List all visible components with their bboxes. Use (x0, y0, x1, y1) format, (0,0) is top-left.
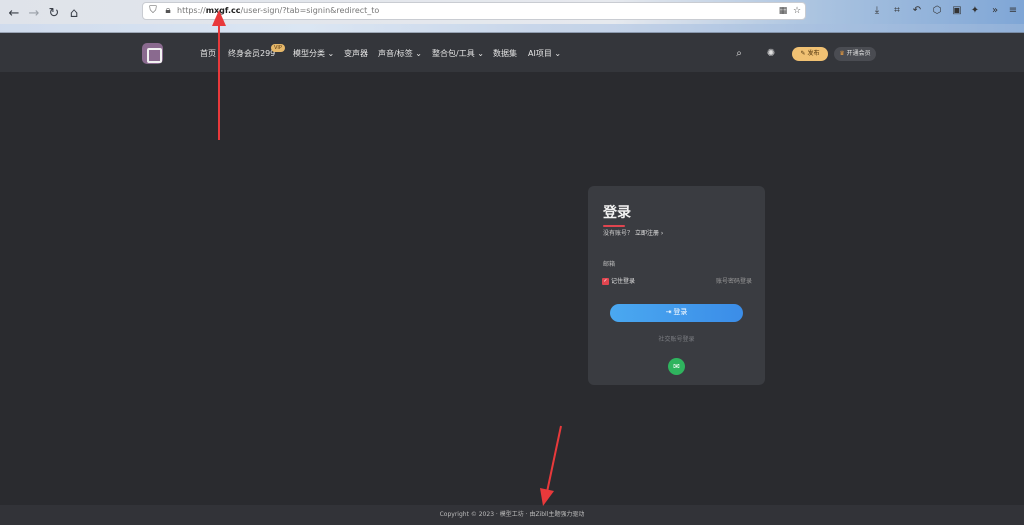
nav-ai-projects[interactable]: AI项目 ⌄ (528, 48, 561, 60)
nav-voice-changer[interactable]: 变声器 (344, 48, 368, 60)
undo-icon[interactable]: ↶ (910, 4, 924, 18)
login-card: 登录 没有账号？ 立即注册 › 邮箱 ✓ 记住登录 账号密码登录 ⇥ 登录 社交… (588, 186, 765, 385)
annotation-arrow-down (540, 425, 562, 506)
open-vip-button[interactable]: ♛ 开通会员 (834, 47, 876, 61)
chevron-down-icon: ⌄ (554, 49, 562, 58)
screen-icon[interactable]: ▣ (950, 4, 964, 18)
pencil-icon: ✎ (800, 50, 806, 57)
crown-icon: ♛ (839, 50, 845, 57)
nav-lifetime-vip[interactable]: 终身会员299 (228, 48, 275, 60)
annotation-arrow-up (212, 10, 226, 140)
puzzle-icon[interactable]: ✦ (968, 4, 982, 18)
wechat-icon[interactable]: ✉ (668, 358, 685, 375)
publish-button[interactable]: ✎ 发布 (792, 47, 828, 61)
qr-code-icon[interactable]: ▦ (777, 5, 789, 17)
nav-dataset[interactable]: 数据集 (493, 48, 517, 60)
chevron-down-icon: ⌄ (415, 49, 422, 58)
download-icon[interactable]: ⤓ (870, 4, 884, 18)
forward-icon[interactable]: → (24, 4, 44, 24)
extension-icon[interactable]: ⬡ (930, 4, 944, 18)
menu-icon[interactable]: ≡ (1006, 4, 1020, 18)
email-field[interactable]: 邮箱 (603, 260, 615, 270)
back-icon[interactable]: ← (4, 4, 24, 24)
nav-bundle-tools[interactable]: 整合包/工具 ⌄ (432, 48, 484, 60)
address-bar[interactable]: ⛉ 🔒︎ https://mxgf.cc/user-sign/?tab=sign… (142, 2, 806, 20)
home-icon[interactable]: ⌂ (64, 4, 84, 24)
login-button[interactable]: ⇥ 登录 (610, 304, 743, 322)
remember-checkbox[interactable]: ✓ (602, 278, 609, 285)
sign-in-icon: ⇥ (665, 309, 672, 316)
shield-icon[interactable]: ⛉ (147, 5, 159, 17)
crop-icon[interactable]: ⌗ (890, 4, 904, 18)
bookmark-star-icon[interactable]: ☆ (791, 5, 803, 17)
footer: Copyright © 2023 · 模型工坊 · 由Zibll主题强力驱动 (0, 505, 1024, 525)
chevron-down-icon: ⌄ (477, 49, 484, 58)
nav-voice-tags[interactable]: 声音/标签 ⌄ (378, 48, 422, 60)
overflow-chevron-icon[interactable]: » (988, 4, 1002, 18)
search-icon[interactable]: ⌕ (732, 47, 746, 61)
social-login-label: 社交账号登录 (658, 336, 695, 343)
nav-model-category[interactable]: 模型分类 ⌄ (293, 48, 334, 60)
password-login-link[interactable]: 账号密码登录 (716, 277, 752, 287)
chevron-right-icon: › (660, 230, 664, 237)
login-title: 登录 (603, 205, 631, 221)
vip-badge: VIP (271, 44, 285, 52)
lock-icon[interactable]: 🔒︎ (162, 5, 174, 17)
title-underline (603, 225, 625, 227)
register-prompt: 没有账号？ 立即注册 › (603, 230, 664, 237)
site-logo[interactable] (142, 43, 163, 64)
chevron-down-icon: ⌄ (327, 49, 335, 58)
theme-toggle-icon[interactable]: ✺ (764, 47, 778, 61)
site-header: 首页 终身会员299 VIP 模型分类 ⌄ 变声器 声音/标签 ⌄ 整合包/工具… (0, 33, 1024, 72)
remember-label: 记住登录 (611, 278, 636, 285)
reload-icon[interactable]: ↻ (44, 4, 64, 24)
register-link[interactable]: 立即注册 › (635, 230, 663, 237)
tab-strip (0, 24, 1024, 33)
